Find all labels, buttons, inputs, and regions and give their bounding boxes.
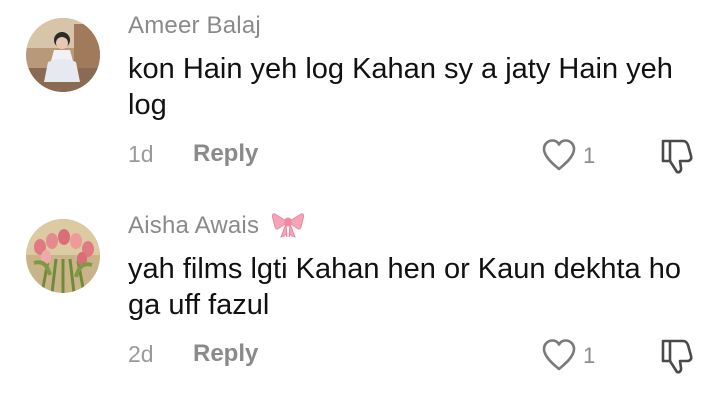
avatar-photo-icon — [26, 18, 100, 92]
avatar[interactable] — [26, 18, 100, 92]
author-name-text: Aisha Awais — [128, 212, 260, 239]
comment-item: Aisha Awais yah films lgti Kahan hen or … — [0, 200, 720, 401]
dislike-button[interactable] — [657, 336, 697, 376]
thumbs-down-outline-icon — [661, 339, 693, 374]
like-count: 1 — [583, 343, 596, 368]
comment-text: yah films lgti Kahan hen or Kaun dekhta … — [128, 253, 681, 321]
pink-bow-icon — [272, 212, 305, 238]
reply-button[interactable]: Reply — [193, 140, 258, 168]
comment-item: Ameer Balaj kon Hain yeh log Kahan sy a … — [0, 0, 720, 200]
comment-text: kon Hain yeh log Kahan sy a jaty Hain ye… — [128, 53, 673, 121]
avatar[interactable] — [26, 219, 100, 293]
author-name[interactable]: Ameer Balaj — [128, 12, 261, 40]
comment-timestamp: 1d — [128, 141, 154, 167]
author-name-text: Ameer Balaj — [128, 12, 261, 39]
thumbs-down-outline-icon — [661, 139, 693, 174]
comment-timestamp: 2d — [128, 341, 154, 367]
dislike-button[interactable] — [657, 136, 697, 176]
reply-button[interactable]: Reply — [193, 340, 258, 368]
avatar-photo-icon — [26, 219, 100, 293]
author-name[interactable]: Aisha Awais — [128, 212, 305, 240]
heart-outline-icon — [542, 339, 576, 371]
like-count: 1 — [583, 143, 596, 168]
heart-outline-icon — [542, 139, 576, 171]
